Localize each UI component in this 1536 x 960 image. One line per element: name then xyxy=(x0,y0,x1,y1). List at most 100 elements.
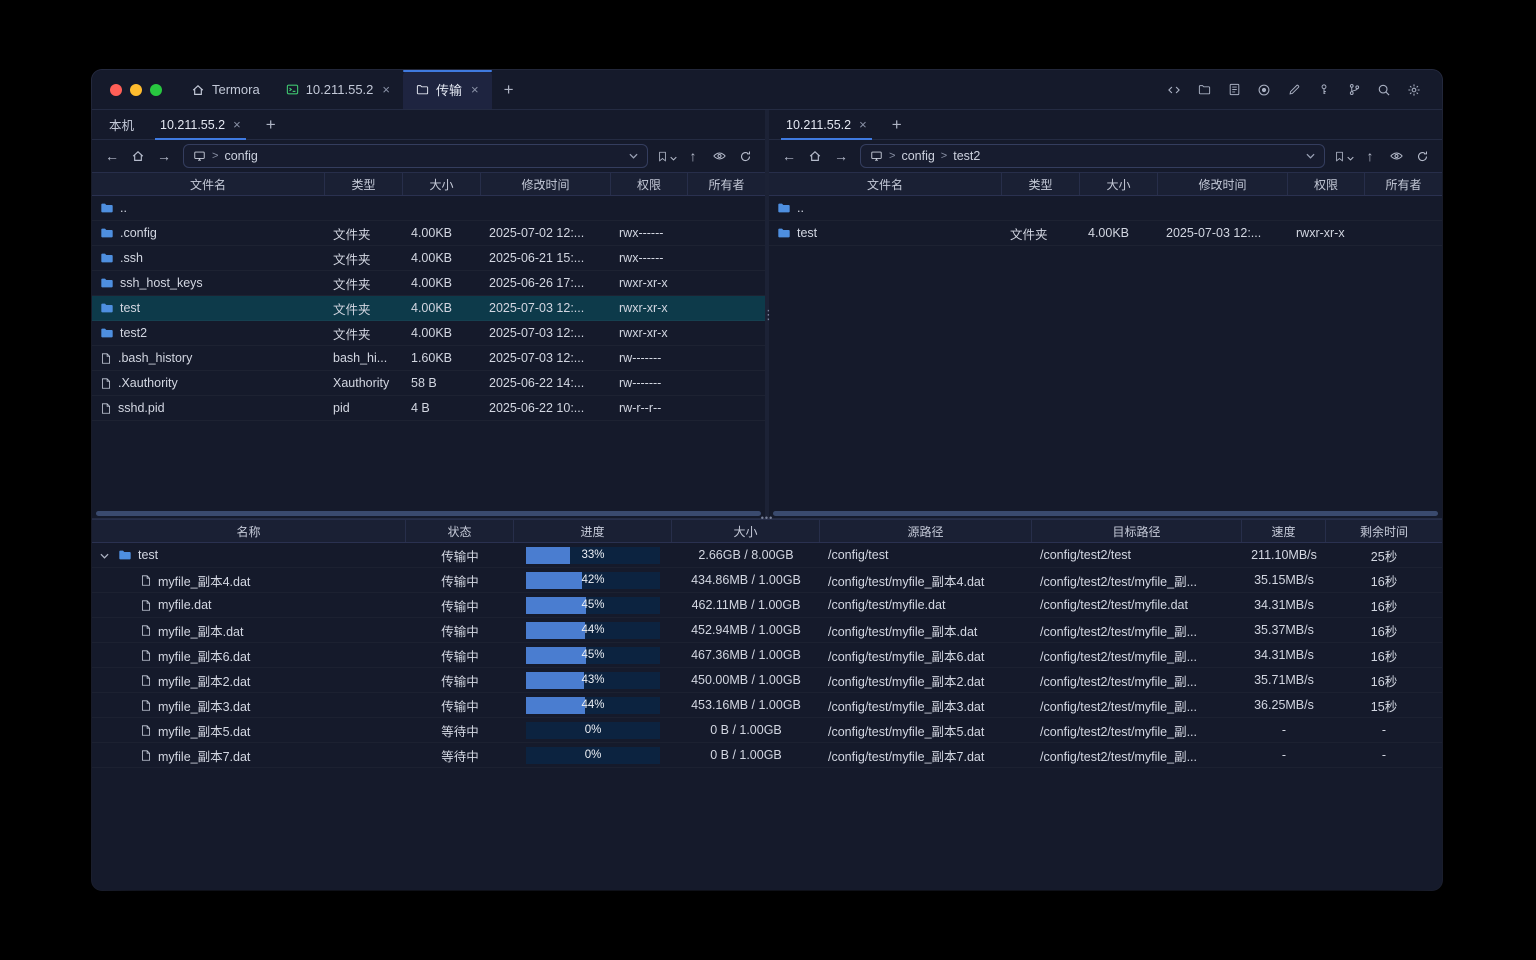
transfer-row[interactable]: myfile_副本.dat传输中44%452.94MB / 1.00GB/con… xyxy=(92,618,1442,643)
column-header[interactable]: 大小 xyxy=(672,520,820,542)
bookmark-button[interactable] xyxy=(655,144,679,168)
transfer-status: 传输中 xyxy=(406,593,514,617)
show-hidden-button[interactable] xyxy=(707,144,731,168)
breadcrumb-item[interactable]: config xyxy=(224,149,257,163)
transfer-row[interactable]: myfile_副本5.dat等待中0%0 B / 1.00GB/config/t… xyxy=(92,718,1442,743)
file-row[interactable]: test2文件夹4.00KB2025-07-03 12:...rwxr-xr-x xyxy=(92,321,765,346)
back-button[interactable]: ← xyxy=(777,144,801,168)
source-path: /config/test/myfile_副本3.dat xyxy=(820,693,1032,717)
edit-icon[interactable] xyxy=(1282,78,1306,102)
panel-tab[interactable]: 10.211.55.2× xyxy=(147,110,254,139)
forward-button[interactable]: → xyxy=(829,144,853,168)
column-header[interactable]: 状态 xyxy=(406,520,514,542)
window-tab[interactable]: 传输× xyxy=(403,70,492,109)
column-header[interactable]: 大小 xyxy=(403,173,481,195)
column-header[interactable]: 名称 xyxy=(92,520,406,542)
search-icon[interactable] xyxy=(1372,78,1396,102)
new-window-tab-button[interactable]: + xyxy=(492,70,526,109)
file-owner xyxy=(688,271,765,295)
file-row[interactable]: .config文件夹4.00KB2025-07-02 12:...rwx----… xyxy=(92,221,765,246)
column-header[interactable]: 源路径 xyxy=(820,520,1032,542)
transfer-row[interactable]: myfile_副本7.dat等待中0%0 B / 1.00GB/config/t… xyxy=(92,743,1442,768)
chevron-down-icon[interactable] xyxy=(1306,153,1315,159)
column-header[interactable]: 所有者 xyxy=(1365,173,1442,195)
column-header[interactable]: 所有者 xyxy=(688,173,765,195)
close-tab-icon[interactable]: × xyxy=(233,118,241,131)
close-tab-icon[interactable]: × xyxy=(382,83,390,96)
transfer-row[interactable]: myfile_副本4.dat传输中42%434.86MB / 1.00GB/co… xyxy=(92,568,1442,593)
column-header[interactable]: 文件名 xyxy=(92,173,325,195)
chevron-down-icon[interactable] xyxy=(629,153,638,159)
file-row[interactable]: ssh_host_keys文件夹4.00KB2025-06-26 17:...r… xyxy=(92,271,765,296)
column-header[interactable]: 类型 xyxy=(1002,173,1080,195)
upload-button[interactable]: ↑ xyxy=(1358,144,1382,168)
transfer-splitter-grip-icon[interactable]: ••• xyxy=(761,513,773,523)
file-row[interactable]: test文件夹4.00KB2025-07-03 12:...rwxr-xr-x xyxy=(92,296,765,321)
progress-bar: 33% xyxy=(526,547,660,564)
column-header[interactable]: 类型 xyxy=(325,173,403,195)
horizontal-scrollbar[interactable] xyxy=(773,511,1438,516)
bookmark-button[interactable] xyxy=(1332,144,1356,168)
column-header[interactable]: 进度 xyxy=(514,520,672,542)
file-row[interactable]: test文件夹4.00KB2025-07-03 12:...rwxr-xr-x xyxy=(769,221,1442,246)
close-window-button[interactable] xyxy=(110,84,122,96)
path-field[interactable]: >config xyxy=(183,144,648,168)
zoom-window-button[interactable] xyxy=(150,84,162,96)
code-icon[interactable] xyxy=(1162,78,1186,102)
file-row[interactable]: sshd.pidpid4 B2025-06-22 10:...rw-r--r-- xyxy=(92,396,765,421)
show-hidden-button[interactable] xyxy=(1384,144,1408,168)
branch-icon[interactable] xyxy=(1342,78,1366,102)
refresh-button[interactable] xyxy=(1410,144,1434,168)
new-panel-tab-button[interactable]: + xyxy=(254,110,288,139)
column-header[interactable]: 权限 xyxy=(611,173,688,195)
log-icon[interactable] xyxy=(1222,78,1246,102)
file-type: 文件夹 xyxy=(325,271,403,295)
breadcrumb-item[interactable]: test2 xyxy=(953,149,980,163)
close-tab-icon[interactable]: × xyxy=(471,83,479,96)
back-button[interactable]: ← xyxy=(100,144,124,168)
transfer-name: myfile_副本3.dat xyxy=(158,696,250,715)
column-header[interactable]: 文件名 xyxy=(769,173,1002,195)
path-field[interactable]: >config>test2 xyxy=(860,144,1325,168)
column-header[interactable]: 修改时间 xyxy=(481,173,611,195)
upload-button[interactable]: ↑ xyxy=(681,144,705,168)
file-name: test xyxy=(797,226,817,240)
transfer-row[interactable]: test传输中33%2.66GB / 8.00GB/config/test/co… xyxy=(92,543,1442,568)
gear-icon[interactable] xyxy=(1402,78,1426,102)
file-row[interactable]: .XauthorityXauthority58 B2025-06-22 14:.… xyxy=(92,371,765,396)
home-button[interactable] xyxy=(803,144,827,168)
column-header[interactable]: 权限 xyxy=(1288,173,1365,195)
source-path: /config/test/myfile_副本.dat xyxy=(820,618,1032,642)
minimize-window-button[interactable] xyxy=(130,84,142,96)
key-icon[interactable] xyxy=(1312,78,1336,102)
new-panel-tab-button[interactable]: + xyxy=(880,110,914,139)
column-header[interactable]: 目标路径 xyxy=(1032,520,1242,542)
folder-outline-icon[interactable] xyxy=(1192,78,1216,102)
forward-button[interactable]: → xyxy=(152,144,176,168)
panel-tab[interactable]: 本机 xyxy=(96,110,147,139)
file-row[interactable]: .. xyxy=(769,196,1442,221)
column-header[interactable]: 速度 xyxy=(1242,520,1326,542)
file-row[interactable]: .. xyxy=(92,196,765,221)
collapse-icon[interactable] xyxy=(100,548,112,562)
file-row[interactable]: .bash_historybash_hi...1.60KB2025-07-03 … xyxy=(92,346,765,371)
file-type: Xauthority xyxy=(325,371,403,395)
window-tab[interactable]: 10.211.55.2× xyxy=(273,70,403,109)
refresh-button[interactable] xyxy=(733,144,757,168)
file-row[interactable]: .ssh文件夹4.00KB2025-06-21 15:...rwx------ xyxy=(92,246,765,271)
column-header[interactable]: 剩余时间 xyxy=(1326,520,1442,542)
column-header[interactable]: 大小 xyxy=(1080,173,1158,195)
progress-label: 42% xyxy=(526,572,660,589)
home-button[interactable] xyxy=(126,144,150,168)
close-tab-icon[interactable]: × xyxy=(859,118,867,131)
transfer-row[interactable]: myfile.dat传输中45%462.11MB / 1.00GB/config… xyxy=(92,593,1442,618)
horizontal-scrollbar[interactable] xyxy=(96,511,761,516)
column-header[interactable]: 修改时间 xyxy=(1158,173,1288,195)
transfer-row[interactable]: myfile_副本2.dat传输中43%450.00MB / 1.00GB/co… xyxy=(92,668,1442,693)
panel-tab[interactable]: 10.211.55.2× xyxy=(773,110,880,139)
breadcrumb-item[interactable]: config xyxy=(901,149,934,163)
transfer-row[interactable]: myfile_副本6.dat传输中45%467.36MB / 1.00GB/co… xyxy=(92,643,1442,668)
window-tab[interactable]: Termora xyxy=(178,70,273,109)
transfer-row[interactable]: myfile_副本3.dat传输中44%453.16MB / 1.00GB/co… xyxy=(92,693,1442,718)
record-icon[interactable] xyxy=(1252,78,1276,102)
